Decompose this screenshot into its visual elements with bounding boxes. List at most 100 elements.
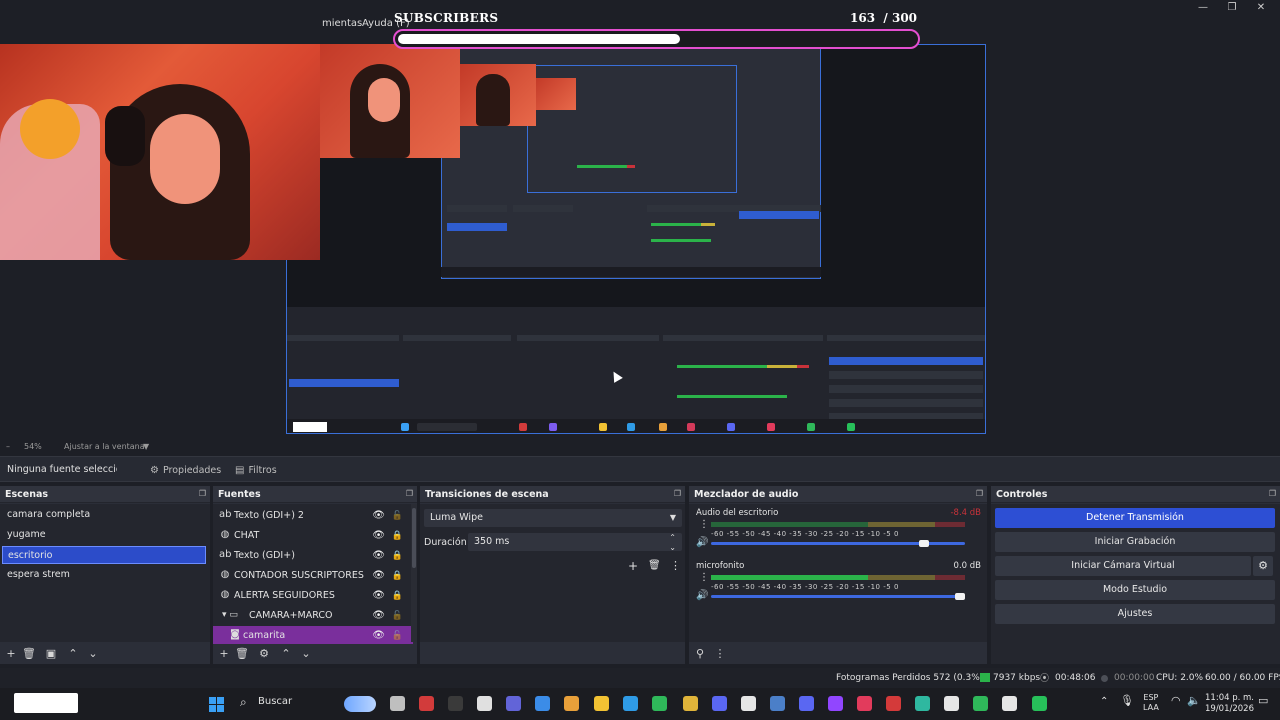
eye-icon[interactable]: 👁	[372, 546, 385, 566]
app-icon[interactable]	[886, 696, 901, 711]
app-icon[interactable]	[448, 696, 463, 711]
undock-icon[interactable]: ❐	[406, 489, 413, 498]
zoom-dropdown-icon[interactable]: ▼	[143, 442, 149, 451]
gear-icon[interactable]: ⚙	[257, 647, 271, 661]
restore-button[interactable]: ❐	[1225, 2, 1239, 13]
add-scene-button[interactable]: +	[4, 647, 18, 661]
folder-icon[interactable]	[594, 696, 609, 711]
filter-icon[interactable]: ▣	[44, 647, 58, 661]
notification-icon[interactable]: ▭	[1258, 695, 1268, 706]
app-icon[interactable]	[973, 696, 988, 711]
properties-button[interactable]: ⚙ Propiedades	[150, 462, 221, 478]
volume-slider-handle[interactable]	[955, 593, 965, 600]
twitch-icon[interactable]	[828, 696, 843, 711]
trash-icon[interactable]: 🗑	[235, 647, 249, 661]
source-item[interactable]: ab Texto (GDI+) 👁 🔒	[213, 546, 413, 566]
obs-icon[interactable]	[477, 696, 492, 711]
studio-mode-button[interactable]: Modo Estudio	[995, 580, 1275, 600]
volume-slider-handle[interactable]	[919, 540, 930, 547]
source-item[interactable]: ◙ camarita 👁 🔓	[213, 626, 413, 646]
zoom-minus-icon[interactable]: –	[6, 442, 10, 451]
lock-icon[interactable]: 🔒	[392, 586, 403, 606]
chevron-up-icon[interactable]: ⌃	[66, 647, 80, 661]
copilot-icon[interactable]	[564, 696, 579, 711]
lock-icon[interactable]: 🔒	[392, 526, 403, 546]
transition-select[interactable]: Luma Wipe ▼	[424, 509, 682, 527]
teams-icon[interactable]	[506, 696, 521, 711]
source-item[interactable]: ◍ CONTADOR SUSCRIPTORES 👁 🔒	[213, 566, 413, 586]
scroll-thumb[interactable]	[412, 508, 416, 568]
close-button[interactable]: ✕	[1254, 2, 1268, 13]
app-icon[interactable]	[712, 696, 727, 711]
taskbar-clock[interactable]: 11:04 p. m. 19/01/2026	[1205, 693, 1254, 715]
steam-icon[interactable]	[770, 696, 785, 711]
speaker-icon[interactable]: 🔈	[1187, 695, 1201, 706]
epic-icon[interactable]	[741, 696, 756, 711]
scene-item-camara-completa[interactable]: camara completa	[2, 506, 206, 524]
more-options-icon[interactable]: ⋮	[699, 572, 709, 583]
source-item[interactable]: ◍ ALERTA SEGUIDORES 👁 🔒	[213, 586, 413, 606]
eye-icon[interactable]: 👁	[372, 526, 385, 546]
whatsapp-icon[interactable]	[1032, 696, 1047, 711]
duration-input[interactable]: 350 ms ⌃ ⌄	[468, 533, 682, 552]
zoom-fit-label[interactable]: Ajustar a la ventana	[64, 442, 145, 451]
app-icon[interactable]	[944, 696, 959, 711]
preview-canvas[interactable]: SUBSCRIBERS 163 / 300	[0, 11, 1280, 440]
search-icon[interactable]: ⌕	[240, 695, 247, 710]
notion-icon[interactable]	[1002, 696, 1017, 711]
undock-icon[interactable]: ❐	[976, 489, 983, 498]
source-item[interactable]: ◍ CHAT 👁 🔒	[213, 526, 413, 546]
app-icon[interactable]	[915, 696, 930, 711]
stop-streaming-button[interactable]: Detener Transmisión	[995, 508, 1275, 528]
chevron-down-icon[interactable]: ⌄	[669, 539, 676, 557]
add-source-button[interactable]: +	[217, 647, 231, 661]
more-options-icon[interactable]: ⋮	[699, 519, 709, 530]
settings-button[interactable]: Ajustes	[995, 604, 1275, 624]
scene-item-escritorio[interactable]: escritorio	[2, 546, 206, 564]
start-recording-button[interactable]: Iniciar Grabación	[995, 532, 1275, 552]
eye-icon[interactable]: 👁	[372, 506, 385, 526]
tiktok-icon[interactable]	[857, 696, 872, 711]
eye-icon[interactable]: 👁	[372, 566, 385, 586]
trash-icon[interactable]: 🗑	[22, 647, 36, 661]
undock-icon[interactable]: ❐	[674, 489, 681, 498]
unlock-icon[interactable]: 🔓	[392, 506, 403, 526]
discord-icon[interactable]	[799, 696, 814, 711]
volume-slider[interactable]	[711, 595, 965, 598]
edge-icon[interactable]	[623, 696, 638, 711]
undock-icon[interactable]: ❐	[199, 489, 206, 498]
gear-icon[interactable]: ⚙	[1253, 556, 1273, 576]
add-transition-button[interactable]: +	[628, 559, 638, 573]
chevron-up-icon[interactable]: ⌃	[279, 647, 293, 661]
eye-icon[interactable]: 👁	[372, 606, 385, 626]
chrome-icon[interactable]	[683, 696, 698, 711]
wifi-icon[interactable]: ◠	[1171, 695, 1181, 706]
task-view-icon[interactable]	[390, 696, 405, 711]
source-item[interactable]: ab Texto (GDI+) 2 👁 🔓	[213, 506, 413, 526]
minimize-button[interactable]: —	[1196, 2, 1210, 13]
more-options-icon[interactable]: ⋮	[713, 647, 727, 661]
taskbar-search[interactable]: Buscar	[258, 696, 292, 707]
scene-item-yugame[interactable]: yugame	[2, 526, 206, 544]
speaker-icon[interactable]: 🔊	[696, 590, 708, 601]
zoom-level[interactable]: 54%	[24, 442, 42, 451]
windows-start-icon[interactable]	[209, 697, 224, 712]
trash-icon[interactable]: 🗑	[648, 560, 661, 571]
filters-button[interactable]: ▤ Filtros	[235, 462, 277, 478]
unlock-icon[interactable]: 🔓	[392, 626, 403, 646]
scene-item-espera-strem[interactable]: espera strem	[2, 566, 206, 584]
lock-icon[interactable]: 🔒	[392, 566, 403, 586]
chevron-down-icon[interactable]: ⌄	[86, 647, 100, 661]
store-icon[interactable]	[535, 696, 550, 711]
language-indicator[interactable]: ESP LAA	[1143, 693, 1159, 713]
speaker-icon[interactable]: 🔊	[696, 537, 708, 548]
app-icon[interactable]	[419, 696, 434, 711]
more-options-icon[interactable]: ⋮	[670, 559, 681, 572]
undock-icon[interactable]: ❐	[1269, 489, 1276, 498]
xbox-icon[interactable]	[652, 696, 667, 711]
start-virtual-camera-button[interactable]: Iniciar Cámara Virtual	[995, 556, 1251, 576]
sources-scrollbar[interactable]	[411, 504, 417, 642]
eye-icon[interactable]: 👁	[372, 626, 385, 646]
lock-icon[interactable]: 🔒	[392, 546, 403, 566]
menu-item-tools[interactable]: mientas	[322, 18, 362, 29]
